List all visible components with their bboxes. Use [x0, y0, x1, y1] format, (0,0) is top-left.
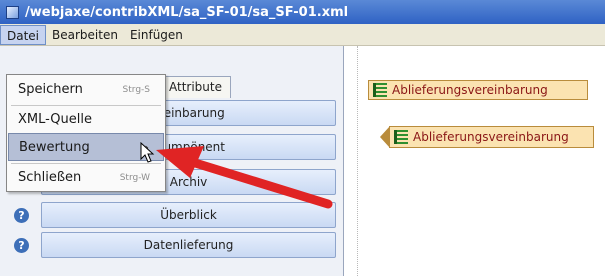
help-icon[interactable]: ? — [14, 237, 29, 253]
menu-item-xml-quelle[interactable]: XML-Quelle — [8, 106, 164, 134]
menu-datei[interactable]: Datei — [0, 24, 47, 45]
sidebar-button-datenlieferung[interactable]: Datenlieferung — [41, 232, 336, 258]
menu-item-schliessen[interactable]: Schließen Strg-W — [8, 164, 164, 192]
help-icon[interactable]: ? — [14, 207, 29, 223]
red-arrow-annotation — [156, 146, 333, 209]
menu-item-label: Bewertung — [19, 140, 90, 155]
sidebar-row: ? Datenlieferung — [14, 232, 336, 258]
menu-item-shortcut: Strg-S — [122, 85, 150, 95]
window-titlebar: /webjaxe/contribXML/sa_SF-01/sa_SF-01.xm… — [0, 0, 605, 24]
tree-node-root[interactable]: Ablieferungsvereinbarung — [368, 80, 588, 100]
datei-dropdown-menu: Speichern Strg-S XML-Quelle Bewertung › … — [6, 74, 166, 192]
list-icon — [373, 83, 387, 97]
tree-node-child[interactable]: Ablieferungsvereinbarung — [380, 126, 595, 148]
list-icon — [394, 130, 408, 144]
menu-item-label: XML-Quelle — [18, 112, 92, 127]
menu-bearbeiten[interactable]: Bearbeiten — [46, 25, 124, 45]
menubar: Datei Bearbeiten Einfügen — [0, 24, 605, 46]
tree-node-label: Ablieferungsvereinbarung — [413, 130, 569, 144]
menu-item-label: Schließen — [18, 170, 82, 185]
menu-item-speichern[interactable]: Speichern Strg-S — [8, 76, 164, 104]
tab-attribute[interactable]: Attribute — [160, 76, 231, 98]
tree-node-box: Ablieferungsvereinbarung — [389, 126, 594, 148]
window-title: /webjaxe/contribXML/sa_SF-01/sa_SF-01.xm… — [25, 4, 349, 20]
tree-guide-line — [357, 46, 358, 276]
menu-einfuegen[interactable]: Einfügen — [124, 25, 189, 45]
app-icon — [6, 5, 19, 19]
menu-item-shortcut: Strg-W — [119, 173, 150, 183]
tree-node-label: Ablieferungsvereinbarung — [392, 83, 548, 97]
menu-item-label: Speichern — [18, 82, 83, 97]
